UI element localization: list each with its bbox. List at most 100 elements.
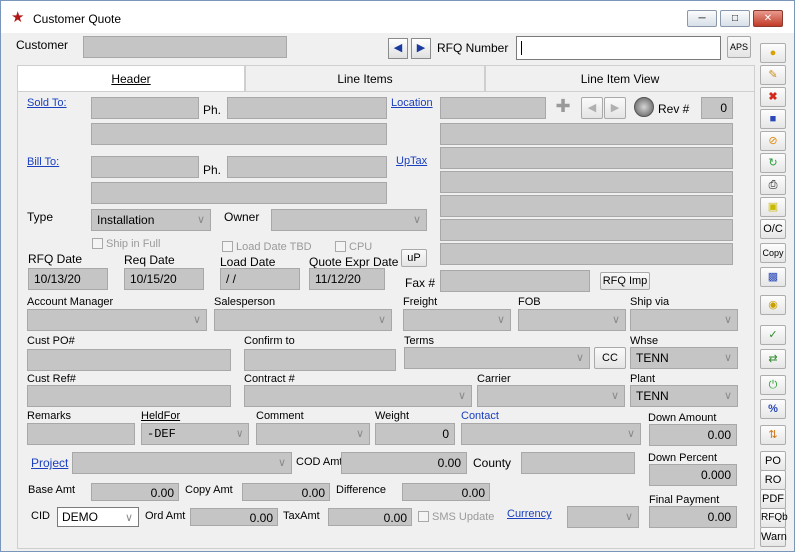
comment-select[interactable] (256, 423, 370, 445)
edit-button[interactable]: ✎ (760, 65, 786, 85)
po-button[interactable]: PO (760, 451, 786, 471)
rev-input[interactable]: 0 (701, 97, 733, 119)
minimize-button[interactable]: ─ (687, 10, 717, 27)
location-input[interactable] (440, 97, 546, 119)
down-percent-input[interactable]: 0.000 (649, 464, 737, 486)
location-address-1[interactable] (440, 123, 733, 145)
close-button[interactable]: ✕ (753, 10, 783, 27)
quote-expr-date-input[interactable]: 11/12/20 (309, 268, 385, 290)
location-address-5[interactable] (440, 219, 733, 241)
pdf-button[interactable]: PDF (760, 489, 786, 509)
currency-select[interactable] (567, 506, 639, 528)
delete-button[interactable]: ✖ (760, 87, 786, 107)
bill-to-link[interactable]: Bill To: (27, 156, 59, 168)
maximize-button[interactable]: □ (720, 10, 750, 27)
next-location-button[interactable]: ▶ (604, 97, 626, 119)
project-select[interactable] (72, 452, 292, 474)
convert-button[interactable]: ⇅ (760, 425, 786, 445)
final-payment-input[interactable]: 0.00 (649, 506, 737, 528)
cpu-checkbox[interactable]: CPU (335, 241, 372, 253)
rfq-imp-button[interactable]: RFQ Imp (600, 272, 650, 290)
percent-button[interactable]: % (760, 399, 786, 419)
ship-via-select[interactable] (630, 309, 738, 331)
save-button[interactable]: ■ (760, 109, 786, 129)
contract-select[interactable] (244, 385, 472, 407)
tab-header[interactable]: Header (17, 65, 245, 93)
location-address-6[interactable] (440, 243, 733, 265)
salesperson-select[interactable] (214, 309, 392, 331)
whse-select[interactable]: TENN (630, 347, 738, 369)
aps-button[interactable]: APS (727, 36, 751, 58)
owner-select[interactable] (271, 209, 427, 231)
cid-select[interactable]: DEMO (57, 507, 139, 527)
add-location-button[interactable]: ✚ (551, 97, 575, 119)
carrier-select[interactable] (477, 385, 625, 407)
ro-button[interactable]: RO (760, 470, 786, 490)
fax-input[interactable] (440, 270, 590, 292)
location-link[interactable]: Location (391, 97, 433, 109)
lock-button[interactable]: ◉ (760, 295, 786, 315)
base-amt-input[interactable]: 0.00 (91, 483, 179, 501)
new-quote-button[interactable]: ● (760, 43, 786, 63)
refresh-button[interactable]: ↻ (760, 153, 786, 173)
project-link[interactable]: Project (31, 456, 68, 470)
customer-input[interactable] (83, 36, 287, 58)
copy-button[interactable]: Copy (760, 243, 786, 263)
load-date-tbd-checkbox[interactable]: Load Date TBD (222, 241, 312, 253)
sms-update-checkbox[interactable]: SMS Update (418, 511, 494, 523)
contact-select[interactable] (461, 423, 641, 445)
sold-to-link[interactable]: Sold To: (27, 97, 67, 109)
rfq-date-input[interactable]: 10/13/20 (28, 268, 108, 290)
next-record-button[interactable]: ▶ (411, 38, 431, 59)
location-address-4[interactable] (440, 195, 733, 217)
globe-button[interactable] (634, 97, 654, 117)
cc-button[interactable]: CC (594, 347, 626, 369)
sold-to-code-input[interactable] (91, 97, 199, 119)
ord-amt-input[interactable]: 0.00 (190, 508, 278, 526)
location-address-2[interactable] (440, 147, 733, 169)
cod-amt-input[interactable]: 0.00 (341, 452, 467, 474)
terms-select[interactable] (404, 347, 590, 369)
up-button[interactable]: uP (401, 249, 427, 267)
weight-input[interactable]: 0 (375, 423, 455, 445)
contact-label[interactable]: Contact (461, 410, 499, 422)
location-address-3[interactable] (440, 171, 733, 193)
ship-in-full-checkbox[interactable]: Ship in Full (92, 238, 160, 250)
sold-to-name-input[interactable] (91, 123, 387, 145)
warn-button[interactable]: Warn (760, 527, 787, 547)
power-button[interactable]: ⏻ (760, 375, 786, 395)
notes-button[interactable]: ▣ (760, 197, 786, 217)
tab-line-items[interactable]: Line Items (245, 65, 485, 92)
tax-amt-input[interactable]: 0.00 (328, 508, 412, 526)
tab-line-item-view[interactable]: Line Item View (485, 65, 755, 92)
prev-location-button[interactable]: ◀ (581, 97, 603, 119)
remarks-input[interactable] (27, 423, 135, 445)
checklist-button[interactable]: ✓ (760, 325, 786, 345)
cancel-button[interactable]: ⊘ (760, 131, 786, 151)
print-button[interactable]: ⎙ (760, 175, 786, 195)
sold-to-phone-input[interactable] (227, 97, 387, 119)
bill-to-phone-input[interactable] (227, 156, 387, 178)
difference-input[interactable]: 0.00 (402, 483, 490, 501)
bill-to-code-input[interactable] (91, 156, 199, 178)
cust-po-input[interactable] (27, 349, 231, 371)
rfq-number-input[interactable] (516, 36, 721, 60)
uptax-link[interactable]: UpTax (396, 155, 427, 167)
copy-amt-input[interactable]: 0.00 (242, 483, 330, 501)
oc-button[interactable]: O/C (760, 219, 786, 239)
req-date-input[interactable]: 10/15/20 (124, 268, 204, 290)
heldfor-select[interactable]: -DEF (141, 423, 249, 445)
cust-ref-input[interactable] (27, 385, 231, 407)
fob-select[interactable] (518, 309, 626, 331)
account-manager-select[interactable] (27, 309, 207, 331)
prev-record-button[interactable]: ◀ (388, 38, 408, 59)
transfer-button[interactable]: ⇄ (760, 349, 786, 369)
bill-to-name-input[interactable] (91, 182, 387, 204)
rfqb-button[interactable]: RFQb (760, 508, 788, 528)
heldfor-label[interactable]: HeldFor (141, 410, 180, 422)
plant-select[interactable]: TENN (630, 385, 738, 407)
currency-link[interactable]: Currency (507, 508, 552, 520)
screen-button[interactable]: ▩ (760, 267, 786, 287)
load-date-input[interactable]: / / (220, 268, 300, 290)
down-amount-input[interactable]: 0.00 (649, 424, 737, 446)
